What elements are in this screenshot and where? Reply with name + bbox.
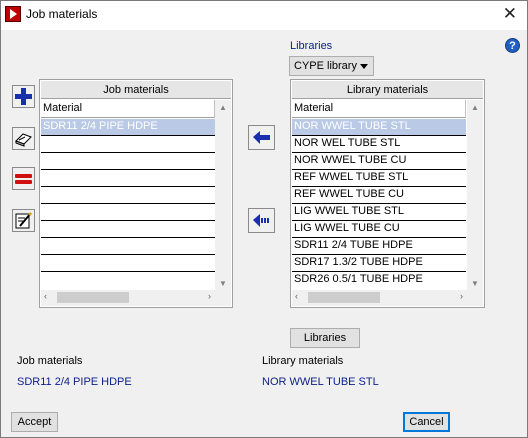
- list-item[interactable]: [41, 136, 215, 153]
- list-item[interactable]: SDR17 1.3/2 TUBE HDPE: [292, 255, 466, 272]
- library-materials-header: Library materials: [292, 81, 483, 99]
- list-item[interactable]: LIG WWEL TUBE CU: [292, 221, 466, 238]
- list-item[interactable]: REF WWEL TUBE STL: [292, 170, 466, 187]
- chevron-down-icon: [360, 64, 368, 69]
- library-materials-value: NOR WWEL TUBE STL: [262, 376, 379, 388]
- add-material-button[interactable]: [12, 85, 35, 108]
- cancel-button[interactable]: Cancel: [403, 412, 450, 432]
- copy-material-button[interactable]: [12, 127, 35, 150]
- list-item[interactable]: NOR WWEL TUBE STL: [292, 119, 466, 136]
- library-material-column-header[interactable]: Material: [292, 100, 466, 118]
- list-item[interactable]: REF WWEL TUBE CU: [292, 187, 466, 204]
- list-item[interactable]: [41, 204, 215, 221]
- transfer-material-button[interactable]: [248, 125, 275, 150]
- list-item[interactable]: [41, 153, 215, 170]
- arrow-left-dashed-icon: [253, 214, 269, 227]
- edit-icon: [15, 212, 32, 229]
- list-item[interactable]: [41, 187, 215, 204]
- scroll-right-icon[interactable]: ›: [460, 291, 463, 301]
- job-horizontal-scrollbar[interactable]: ‹ ›: [41, 290, 231, 306]
- help-icon[interactable]: ?: [505, 38, 520, 53]
- job-vertical-scrollbar[interactable]: ▲ ▼: [215, 100, 231, 290]
- list-item[interactable]: [41, 238, 215, 255]
- plus-icon: [15, 88, 32, 105]
- job-material-column-header[interactable]: Material: [41, 100, 215, 118]
- scroll-left-icon[interactable]: ‹: [295, 291, 298, 301]
- libraries-button[interactable]: Libraries: [290, 328, 360, 348]
- job-materials-list[interactable]: SDR11 2/4 PIPE HDPE: [41, 119, 215, 289]
- title-bar: Job materials ✕: [1, 1, 527, 30]
- list-item[interactable]: SDR26 0.5/1 TUBE HDPE: [292, 272, 466, 289]
- scroll-up-icon[interactable]: ▲: [470, 103, 480, 112]
- library-select[interactable]: CYPE library: [289, 56, 374, 76]
- scroll-thumb[interactable]: [57, 292, 129, 303]
- library-select-value: CYPE library: [294, 60, 357, 72]
- library-materials-label: Library materials: [262, 355, 344, 367]
- list-item[interactable]: [41, 272, 215, 289]
- job-materials-value: SDR11 2/4 PIPE HDPE: [17, 376, 132, 388]
- equals-icon: [15, 174, 32, 184]
- job-materials-label: Job materials: [17, 355, 83, 367]
- library-horizontal-scrollbar[interactable]: ‹ ›: [292, 290, 483, 306]
- library-vertical-scrollbar[interactable]: ▲ ▼: [467, 100, 483, 290]
- list-item[interactable]: NOR WEL TUBE STL: [292, 136, 466, 153]
- eraser-icon: [15, 133, 32, 147]
- transfer-all-button[interactable]: [248, 208, 275, 233]
- library-materials-panel: Library materials Material NOR WWEL TUBE…: [290, 79, 485, 308]
- list-item[interactable]: NOR WWEL TUBE CU: [292, 153, 466, 170]
- scroll-right-icon[interactable]: ›: [208, 291, 211, 301]
- close-icon[interactable]: ✕: [503, 4, 517, 24]
- accept-button[interactable]: Accept: [11, 412, 58, 432]
- list-item[interactable]: SDR11 2/4 TUBE HDPE: [292, 238, 466, 255]
- app-icon: [5, 6, 21, 22]
- list-item[interactable]: LIG WWEL TUBE STL: [292, 204, 466, 221]
- list-item[interactable]: [41, 221, 215, 238]
- list-item[interactable]: SDR11 2/4 PIPE HDPE: [41, 119, 215, 136]
- scroll-thumb[interactable]: [308, 292, 380, 303]
- edit-material-button[interactable]: [12, 209, 35, 232]
- scroll-down-icon[interactable]: ▼: [218, 279, 228, 288]
- scroll-left-icon[interactable]: ‹: [44, 291, 47, 301]
- window-title: Job materials: [26, 7, 98, 21]
- delete-material-button[interactable]: [12, 167, 35, 190]
- list-item[interactable]: [41, 255, 215, 272]
- list-item[interactable]: [41, 170, 215, 187]
- library-materials-list[interactable]: NOR WWEL TUBE STL NOR WEL TUBE STL NOR W…: [292, 119, 466, 289]
- arrow-left-icon: [253, 131, 270, 144]
- libraries-title: Libraries: [290, 40, 333, 52]
- job-materials-header: Job materials: [41, 81, 231, 99]
- scroll-up-icon[interactable]: ▲: [218, 103, 228, 112]
- scroll-down-icon[interactable]: ▼: [470, 279, 480, 288]
- dialog-window: Job materials ✕ ? Libraries CYPE library: [0, 0, 528, 438]
- job-materials-panel: Job materials Material SDR11 2/4 PIPE HD…: [39, 79, 233, 308]
